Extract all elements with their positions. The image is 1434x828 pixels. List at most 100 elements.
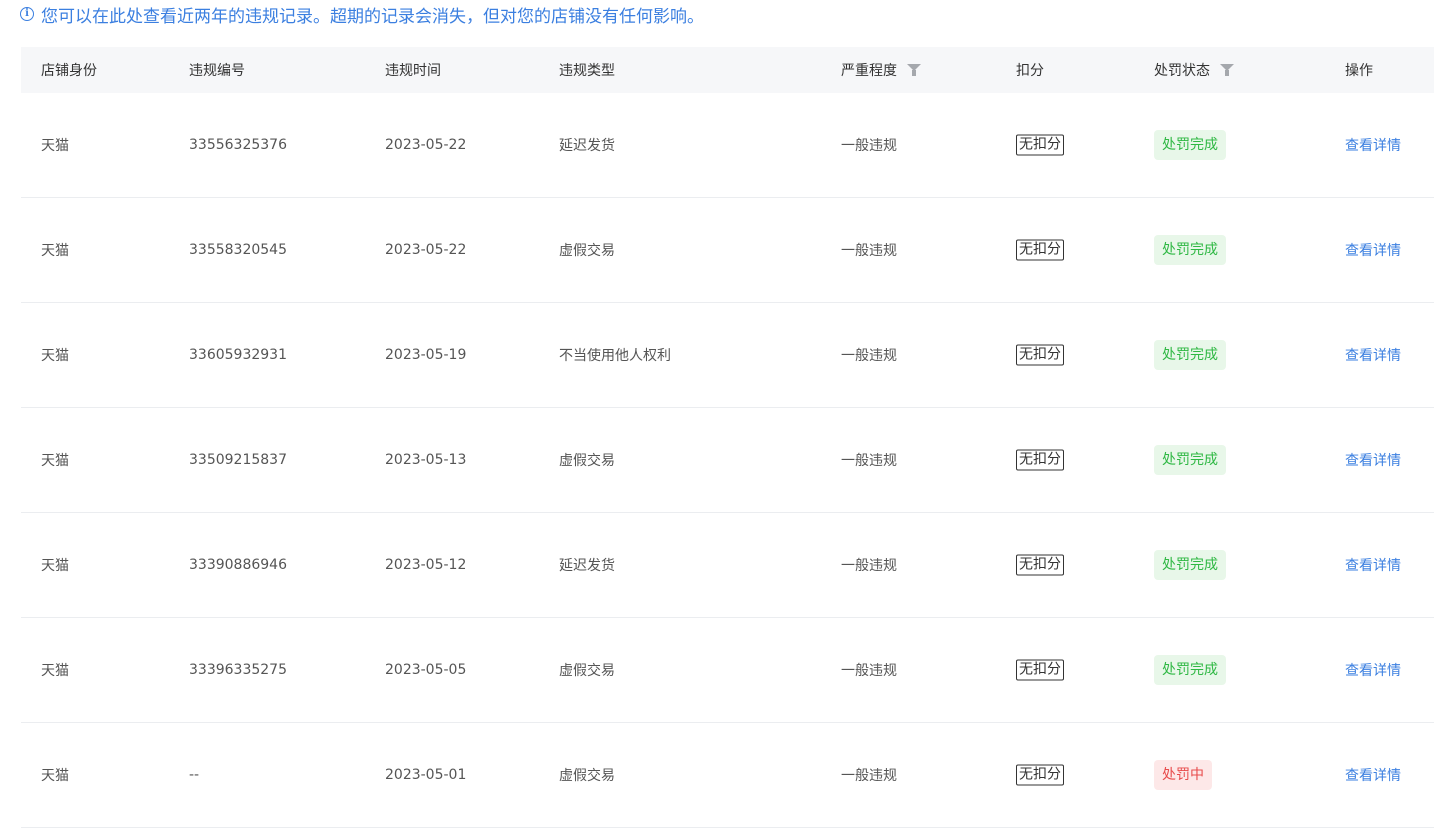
severity-filter-icon[interactable] bbox=[907, 64, 921, 76]
score-tag: 无扣分 bbox=[1016, 239, 1064, 261]
cell-violation-type: 虚假交易 bbox=[559, 663, 615, 679]
cell-score: 无扣分 bbox=[1016, 134, 1064, 156]
cell-shop-identity: 天猫 bbox=[41, 663, 69, 679]
cell-status: 处罚完成 bbox=[1154, 550, 1226, 580]
score-tag: 无扣分 bbox=[1016, 764, 1064, 786]
table-body: 天猫 33556325376 2023-05-22 延迟发货 一般违规 无扣分 处罚完成 查看… bbox=[21, 93, 1434, 828]
header-action: 操作 bbox=[1345, 63, 1373, 79]
cell-violation-id: -- bbox=[189, 767, 200, 783]
table-row: 天猫 33605932931 2023-05-19 不当使用他人权利 一般违规 无扣分 处罚… bbox=[21, 303, 1434, 408]
cell-violation-id: 33605932931 bbox=[189, 347, 287, 363]
table-header: 店铺身份 违规编号 违规时间 违规类型 严重程度 扣分 处罚状态 操作 bbox=[21, 47, 1434, 93]
score-tag: 无扣分 bbox=[1016, 449, 1064, 471]
cell-violation-type: 虚假交易 bbox=[559, 453, 615, 469]
cell-score: 无扣分 bbox=[1016, 659, 1064, 681]
cell-action: 查看详情 bbox=[1345, 450, 1401, 470]
cell-violation-type: 虚假交易 bbox=[559, 768, 615, 784]
cell-action: 查看详情 bbox=[1345, 765, 1401, 785]
cell-status: 处罚完成 bbox=[1154, 130, 1226, 160]
cell-violation-time: 2023-05-22 bbox=[385, 242, 467, 258]
score-tag: 无扣分 bbox=[1016, 134, 1064, 156]
cell-score: 无扣分 bbox=[1016, 449, 1064, 471]
cell-violation-time: 2023-05-22 bbox=[385, 137, 467, 153]
cell-shop-identity: 天猫 bbox=[41, 138, 69, 154]
header-severity-label: 严重程度 bbox=[841, 63, 897, 79]
cell-action: 查看详情 bbox=[1345, 240, 1401, 260]
cell-score: 无扣分 bbox=[1016, 239, 1064, 261]
status-filter-icon[interactable] bbox=[1220, 64, 1234, 76]
cell-score: 无扣分 bbox=[1016, 554, 1064, 576]
cell-violation-time: 2023-05-13 bbox=[385, 452, 467, 468]
cell-score: 无扣分 bbox=[1016, 764, 1064, 786]
cell-status: 处罚完成 bbox=[1154, 655, 1226, 685]
cell-shop-identity: 天猫 bbox=[41, 453, 69, 469]
view-details-link[interactable]: 查看详情 bbox=[1345, 450, 1401, 470]
info-icon: i bbox=[20, 7, 34, 21]
header-violation-time: 违规时间 bbox=[385, 63, 441, 79]
status-badge: 处罚完成 bbox=[1154, 550, 1226, 580]
cell-severity: 一般违规 bbox=[841, 243, 897, 259]
cell-violation-type: 延迟发货 bbox=[559, 138, 615, 154]
cell-violation-type: 延迟发货 bbox=[559, 558, 615, 574]
view-details-link[interactable]: 查看详情 bbox=[1345, 240, 1401, 260]
cell-status: 处罚中 bbox=[1154, 760, 1212, 790]
cell-severity: 一般违规 bbox=[841, 348, 897, 364]
score-tag: 无扣分 bbox=[1016, 659, 1064, 681]
cell-severity: 一般违规 bbox=[841, 453, 897, 469]
cell-action: 查看详情 bbox=[1345, 345, 1401, 365]
cell-violation-id: 33396335275 bbox=[189, 662, 287, 678]
cell-violation-time: 2023-05-01 bbox=[385, 767, 467, 783]
status-badge: 处罚完成 bbox=[1154, 130, 1226, 160]
cell-status: 处罚完成 bbox=[1154, 445, 1226, 475]
cell-violation-id: 33390886946 bbox=[189, 557, 287, 573]
view-details-link[interactable]: 查看详情 bbox=[1345, 345, 1401, 365]
header-violation-type: 违规类型 bbox=[559, 63, 615, 79]
header-score: 扣分 bbox=[1016, 63, 1044, 79]
cell-score: 无扣分 bbox=[1016, 344, 1064, 366]
cell-violation-time: 2023-05-12 bbox=[385, 557, 467, 573]
view-details-link[interactable]: 查看详情 bbox=[1345, 660, 1401, 680]
cell-severity: 一般违规 bbox=[841, 768, 897, 784]
violations-table: 店铺身份 违规编号 违规时间 违规类型 严重程度 扣分 处罚状态 操作 天猫 33… bbox=[21, 47, 1434, 828]
cell-severity: 一般违规 bbox=[841, 663, 897, 679]
cell-status: 处罚完成 bbox=[1154, 340, 1226, 370]
cell-shop-identity: 天猫 bbox=[41, 768, 69, 784]
table-row: 天猫 33509215837 2023-05-13 虚假交易 一般违规 无扣分 处罚完成 查看… bbox=[21, 408, 1434, 513]
cell-violation-type: 虚假交易 bbox=[559, 243, 615, 259]
table-row: 天猫 33396335275 2023-05-05 虚假交易 一般违规 无扣分 处罚完成 查看… bbox=[21, 618, 1434, 723]
cell-violation-time: 2023-05-05 bbox=[385, 662, 467, 678]
table-row: 天猫 33556325376 2023-05-22 延迟发货 一般违规 无扣分 处罚完成 查看… bbox=[21, 93, 1434, 198]
cell-violation-time: 2023-05-19 bbox=[385, 347, 467, 363]
cell-shop-identity: 天猫 bbox=[41, 348, 69, 364]
view-details-link[interactable]: 查看详情 bbox=[1345, 555, 1401, 575]
cell-shop-identity: 天猫 bbox=[41, 558, 69, 574]
table-row: 天猫 33390886946 2023-05-12 延迟发货 一般违规 无扣分 处罚完成 查看… bbox=[21, 513, 1434, 618]
cell-violation-id: 33558320545 bbox=[189, 242, 287, 258]
cell-status: 处罚完成 bbox=[1154, 235, 1226, 265]
cell-action: 查看详情 bbox=[1345, 555, 1401, 575]
cell-severity: 一般违规 bbox=[841, 138, 897, 154]
table-row: 天猫 -- 2023-05-01 虚假交易 一般违规 无扣分 处罚中 查看详情 bbox=[21, 723, 1434, 828]
header-severity: 严重程度 bbox=[841, 60, 921, 80]
notice-banner: i 您可以在此处查看近两年的违规记录。超期的记录会消失，但对您的店铺没有任何影响… bbox=[20, 3, 704, 27]
header-status-label: 处罚状态 bbox=[1154, 63, 1210, 79]
cell-action: 查看详情 bbox=[1345, 135, 1401, 155]
cell-action: 查看详情 bbox=[1345, 660, 1401, 680]
view-details-link[interactable]: 查看详情 bbox=[1345, 765, 1401, 785]
table-row: 天猫 33558320545 2023-05-22 虚假交易 一般违规 无扣分 处罚完成 查看… bbox=[21, 198, 1434, 303]
cell-violation-id: 33509215837 bbox=[189, 452, 287, 468]
status-badge: 处罚完成 bbox=[1154, 445, 1226, 475]
status-badge: 处罚完成 bbox=[1154, 655, 1226, 685]
status-badge: 处罚完成 bbox=[1154, 340, 1226, 370]
status-badge: 处罚完成 bbox=[1154, 235, 1226, 265]
header-violation-id: 违规编号 bbox=[189, 63, 245, 79]
header-shop-identity: 店铺身份 bbox=[41, 63, 97, 79]
header-status: 处罚状态 bbox=[1154, 60, 1234, 80]
status-badge: 处罚中 bbox=[1154, 760, 1212, 790]
cell-violation-id: 33556325376 bbox=[189, 137, 287, 153]
notice-text: 您可以在此处查看近两年的违规记录。超期的记录会消失，但对您的店铺没有任何影响。 bbox=[41, 6, 704, 27]
score-tag: 无扣分 bbox=[1016, 344, 1064, 366]
view-details-link[interactable]: 查看详情 bbox=[1345, 135, 1401, 155]
cell-severity: 一般违规 bbox=[841, 558, 897, 574]
cell-violation-type: 不当使用他人权利 bbox=[559, 348, 671, 364]
